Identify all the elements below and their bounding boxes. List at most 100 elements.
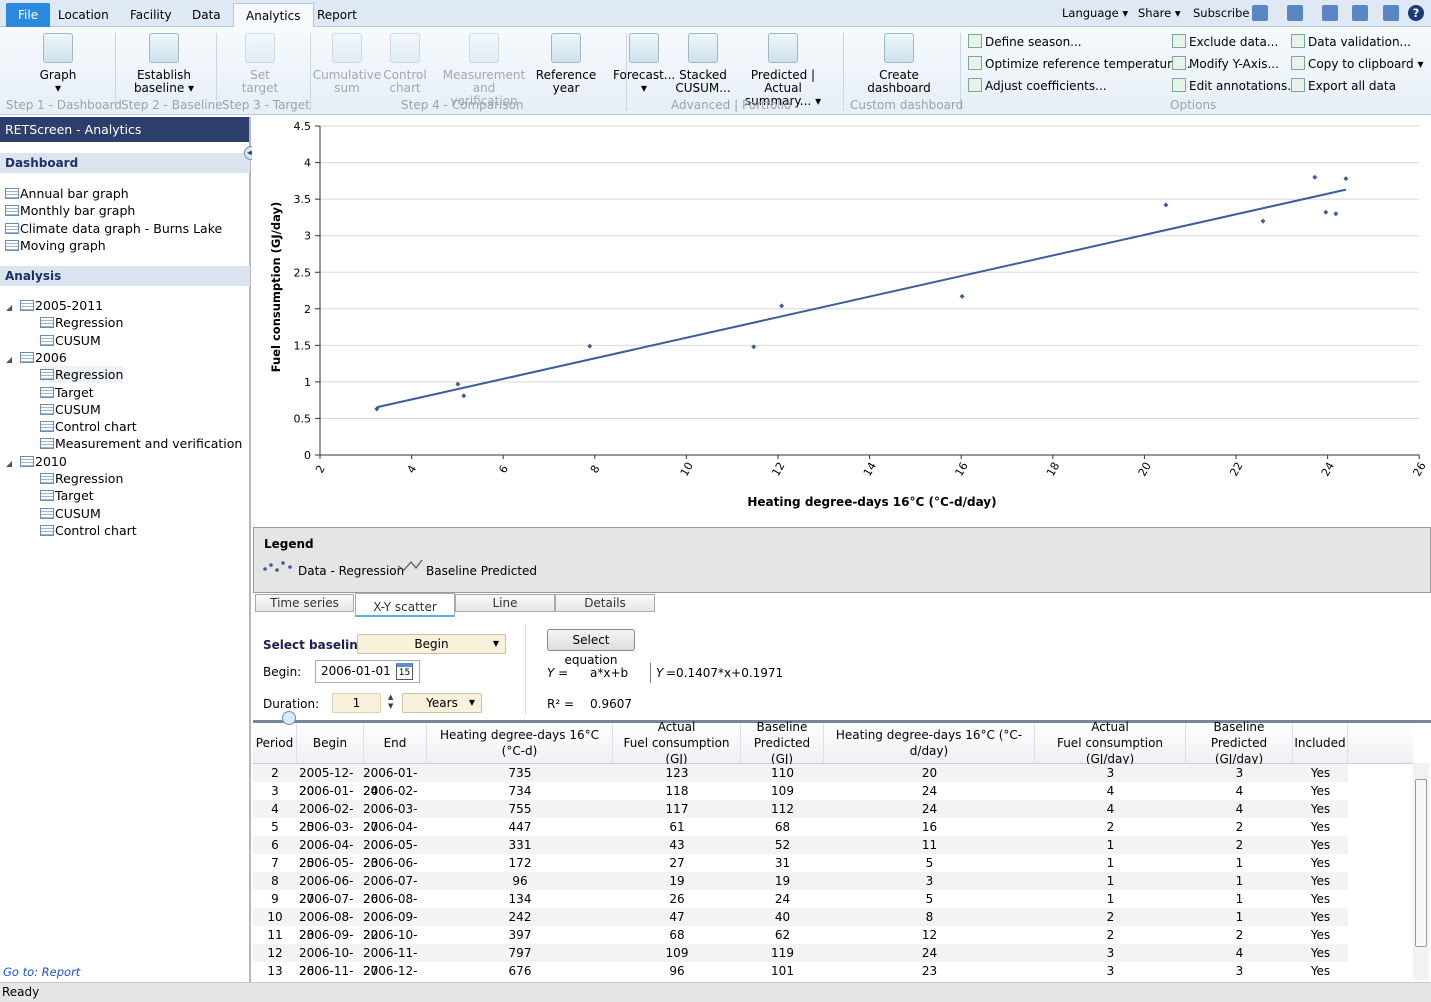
table-cell: Yes (1310, 892, 1331, 906)
table-row[interactable]: 13 2006-11-28 2006-12-27 676 96 101 23 3 3 Yes (253, 962, 1348, 984)
stacked-cusum-button[interactable]: Stacked CUSUM... (673, 31, 733, 95)
goto-report-link[interactable]: Go to: Report (3, 965, 80, 979)
tree-item[interactable]: Target (40, 384, 94, 401)
table-row[interactable]: 10 2006-08-23 2006-09-22 242 47 40 8 2 1 Yes (253, 908, 1348, 942)
graph-button[interactable]: Graph ▾ (12, 31, 104, 95)
tree-item[interactable]: Regression (40, 366, 124, 384)
tree-item[interactable]: Regression (40, 470, 123, 487)
table-row[interactable]: 2 2005-12-20 2006-01-24 735 123 110 20 3 3 Yes (253, 764, 1348, 798)
column-header[interactable]: Heating degree-days 16°C (°C-d) (427, 723, 613, 764)
table-body: 2 2005-12-20 2006-01-24 735 123 110 20 3 3 Yes 3 20… (253, 764, 1348, 984)
table-scrollbar[interactable] (1413, 763, 1429, 980)
expand-arrow-icon[interactable]: ◢ (6, 455, 16, 472)
save-icon[interactable] (1352, 5, 1368, 21)
tree-item[interactable]: ◢ 2010 (6, 453, 67, 472)
undo-icon[interactable] (1252, 5, 1268, 21)
dashboard-item[interactable]: Monthly bar graph (5, 202, 135, 219)
calendar-icon[interactable]: 15 (396, 663, 413, 680)
table-row[interactable]: 3 2006-01-25 2006-02-24 734 118 109 24 4 4 Yes (253, 782, 1348, 816)
table-row[interactable]: 12 2006-10-26 2006-11-27 797 109 119 24 3 4 Yes (253, 944, 1348, 978)
copy-to-clipboard-button[interactable]: Copy to clipboard ▾ (1291, 56, 1424, 71)
table-icon (40, 369, 54, 381)
subscribe-button[interactable]: Subscribe (1193, 6, 1250, 20)
data-validation-button[interactable]: Data validation... (1291, 34, 1411, 49)
establish-baseline-button[interactable]: Establish baseline ▾ (118, 31, 210, 95)
tree-item[interactable]: ◢ 2006 (6, 349, 67, 368)
column-header[interactable]: Included (1293, 723, 1348, 764)
tree-item[interactable]: CUSUM (40, 505, 101, 522)
baseline-dropdown[interactable]: Begin (357, 634, 506, 654)
column-header[interactable]: Heating degree-days 16°C (°C-d/day) (824, 723, 1035, 764)
menu-tab-analytics[interactable]: Analytics (233, 3, 314, 27)
table-row[interactable]: 6 2006-04-25 2006-05-23 331 43 52 11 1 2 Yes (253, 836, 1348, 870)
table-cell: 24 (921, 946, 938, 960)
begin-date-input[interactable]: 2006-01-01 15 (315, 660, 420, 683)
optimize-reference-temperature-button[interactable]: Optimize reference temperature... (968, 56, 1191, 71)
menu-tab-data[interactable]: Data (180, 3, 233, 27)
column-header[interactable]: End (364, 723, 427, 764)
duration-input[interactable]: 1 (332, 693, 381, 713)
tree-item[interactable]: Regression (40, 314, 123, 331)
dashboard-item[interactable]: Moving graph (5, 237, 106, 254)
redo-icon[interactable] (1287, 5, 1303, 21)
table-cell: 2006-04-25 (299, 838, 354, 870)
column-header[interactable]: Baseline Predicted (GJ/day) (1186, 720, 1293, 766)
tab-details[interactable]: Details (555, 594, 655, 612)
column-header[interactable]: Actual Fuel consumption (GJ/day) (1035, 720, 1186, 766)
column-header[interactable]: Actual Fuel consumption (GJ) (613, 720, 741, 766)
table-row[interactable]: 8 2006-06-27 2006-07-26 96 19 19 3 1 1 Yes (253, 872, 1348, 906)
table-row[interactable]: 4 2006-02-25 2006-03-27 755 117 112 24 4 4 Yes (253, 800, 1348, 834)
table-row[interactable]: 11 2006-09-23 2006-10-25 397 68 62 12 2 2 Yes (253, 926, 1348, 960)
adjust-coefficients-button[interactable]: Adjust coefficients... (968, 78, 1107, 93)
tab-line[interactable]: Line (455, 594, 555, 612)
expand-arrow-icon[interactable]: ◢ (6, 351, 16, 368)
language-menu[interactable]: Language ▾ (1062, 6, 1128, 20)
tab-x-y-scatter[interactable]: X-Y scatter (355, 593, 455, 617)
duration-unit-dropdown[interactable]: Years (402, 693, 482, 713)
column-header[interactable]: Period (253, 723, 297, 764)
table-row[interactable]: 72006-05-242006-06-261722731511Yes (253, 854, 1348, 888)
tree-item[interactable]: CUSUM (40, 332, 101, 349)
forecast-icon (629, 33, 659, 63)
export-all-data-button[interactable]: Export all data (1291, 78, 1396, 93)
table-row[interactable]: 52006-03-282006-04-2444761681622Yes (253, 818, 1348, 852)
expand-arrow-icon[interactable]: ◢ (6, 299, 16, 316)
tree-item[interactable]: Control chart (40, 522, 137, 539)
table-cell: 62 (774, 928, 791, 942)
menu-tab-report[interactable]: Report (305, 3, 369, 27)
print-icon[interactable] (1322, 5, 1338, 21)
menu-tab-location[interactable]: Location (46, 3, 121, 27)
select-equation-button[interactable]: Select equation (547, 629, 635, 667)
column-header[interactable]: Baseline Predicted (GJ) (741, 720, 824, 766)
edit-annotations-button[interactable]: Edit annotations... (1172, 78, 1299, 93)
define-season-button[interactable]: Define season... (968, 34, 1082, 49)
share-menu[interactable]: Share ▾ (1138, 6, 1181, 20)
tree-item[interactable]: CUSUM (40, 401, 101, 418)
begin-label: Begin: (263, 665, 302, 679)
modify-y-axis-button[interactable]: Modify Y-Axis... (1172, 56, 1279, 71)
tree-item[interactable]: Measurement and verification (40, 435, 242, 452)
duration-spinner[interactable]: ▲ ▼ (388, 693, 393, 711)
settings-icon[interactable] (1383, 5, 1399, 21)
table-icon (40, 473, 54, 484)
create-dashboard-button[interactable]: Create dashboard (857, 31, 941, 95)
splitter-handle[interactable] (282, 711, 296, 725)
table-row[interactable]: 9 2006-07-27 2006-08-22 134 26 24 5 1 1 Yes (253, 890, 1348, 924)
menu-tab-file[interactable]: File (6, 3, 51, 27)
dashboard-item[interactable]: Annual bar graph (5, 185, 129, 202)
tree-item[interactable]: Target (40, 487, 94, 504)
tree-item[interactable]: Control chart (40, 418, 137, 435)
tab-time-series[interactable]: Time series (255, 594, 354, 612)
reference-year-icon (551, 33, 581, 63)
tree-item[interactable]: ◢ 2005-2011 (6, 297, 103, 316)
help-icon[interactable]: ? (1408, 5, 1424, 21)
table-cell: 2005-12-20 (299, 766, 354, 798)
exclude-data-button[interactable]: Exclude data... (1172, 34, 1278, 49)
reference-year-button[interactable]: Reference year (535, 31, 597, 95)
column-header[interactable]: Begin (297, 723, 364, 764)
menu-tab-facility[interactable]: Facility (118, 3, 184, 27)
predicted-actual-summary-button[interactable]: Predicted | Actual summary... ▾ (733, 31, 833, 108)
dashboard-item[interactable]: Climate data graph - Burns Lake (5, 220, 222, 237)
scrollbar-thumb[interactable] (1415, 779, 1427, 947)
forecast-button[interactable]: Forecast... ▾ (613, 31, 675, 95)
